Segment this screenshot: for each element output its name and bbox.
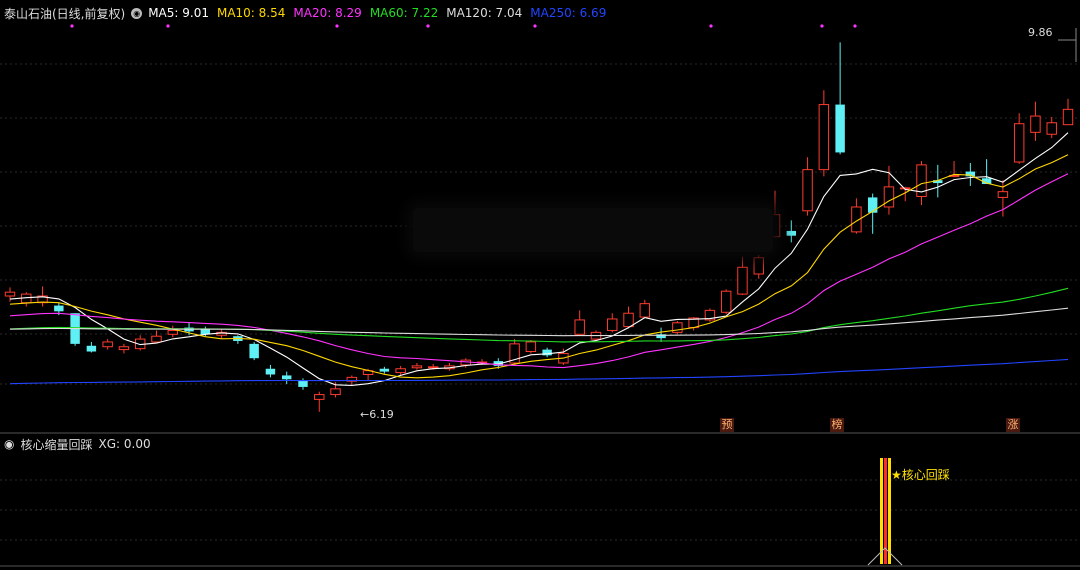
ma-legend: MA5: 9.01 MA10: 8.54 MA20: 8.29 MA60: 7.22 M… [148, 6, 606, 20]
candle-body [786, 230, 797, 236]
top-marker [820, 24, 824, 28]
ma-legend-item: MA60: 7.22 [369, 6, 439, 20]
candle-body [379, 368, 390, 372]
candle-body [802, 169, 813, 212]
high-price-label: 9.86 [1028, 26, 1053, 39]
candle-body [607, 318, 618, 331]
indicator-title: 核心缩量回踩 [20, 437, 93, 452]
collapse-icon[interactable]: ◉ [4, 437, 14, 451]
ma-legend-item: MA20: 8.29 [293, 6, 362, 20]
top-marker [335, 24, 339, 28]
tag-bang: 榜 [830, 418, 844, 432]
candle-body [997, 191, 1009, 198]
candle-body [54, 305, 64, 312]
top-marker [70, 24, 74, 28]
ma20-line [9, 173, 1069, 369]
signal-label: ★核心回踩 [891, 468, 950, 482]
candle-body [1030, 115, 1041, 133]
low-price-label: ←6.19 [360, 408, 394, 421]
candle-body [265, 368, 276, 375]
candle-body [330, 388, 341, 396]
candle-body [298, 380, 308, 387]
redaction-box [413, 208, 773, 252]
top-marker [709, 24, 713, 28]
ma-legend-item: MA250: 6.69 [530, 6, 607, 20]
top-marker [426, 24, 430, 28]
candle-body [167, 329, 178, 335]
candle-body [427, 366, 439, 369]
top-marker [853, 24, 857, 28]
ma-legend-item: MA5: 9.01 [148, 6, 209, 20]
ma5-line [9, 132, 1069, 386]
ma-legend-item: MA120: 7.04 [446, 6, 523, 20]
candle-body [151, 335, 162, 343]
candle-body [574, 319, 585, 335]
top-marker [533, 24, 537, 28]
candle-body [753, 257, 764, 275]
candle-body [883, 186, 895, 208]
candle-body [118, 346, 130, 351]
ma-legend-item: MA10: 8.54 [216, 6, 286, 20]
ma250-line [9, 358, 1069, 385]
candle-body [835, 104, 845, 153]
ma-markers [70, 24, 857, 28]
candle-body [867, 197, 878, 213]
stock-chart [0, 24, 1080, 567]
candle-body [1013, 123, 1025, 163]
candle-body [395, 368, 406, 374]
candle-body [4, 291, 16, 297]
indicator-value: XG: 0.00 [98, 437, 151, 451]
candle-body [737, 266, 748, 295]
candle-body [818, 104, 830, 171]
candle-body [623, 312, 634, 328]
candle-body [1062, 108, 1074, 126]
candle-body [1046, 122, 1057, 135]
candle-body [281, 375, 292, 380]
collapse-icon[interactable]: ◉ [131, 7, 143, 19]
indicator-header: ◉ 核心缩量回踩 XG: 0.00 [4, 436, 151, 452]
candle-body [411, 365, 423, 369]
candle-body [102, 341, 113, 348]
signal-bar [880, 458, 883, 564]
tag-zhang: 涨 [1006, 418, 1020, 432]
chart-header: 泰山石油(日线,前复权) ◉ MA5: 9.01 MA10: 8.54 MA20: … [4, 4, 606, 22]
candle-body [639, 303, 651, 318]
top-marker [166, 24, 170, 28]
candle-body [525, 341, 537, 353]
candle-body [720, 290, 732, 313]
candle-body [249, 343, 259, 359]
tag-yu: 预 [720, 418, 734, 432]
candle-body [86, 345, 97, 352]
chart-title: 泰山石油(日线,前复权) [4, 6, 126, 21]
grid [0, 28, 1080, 567]
candle-body [314, 394, 325, 400]
moving-averages [9, 132, 1069, 386]
